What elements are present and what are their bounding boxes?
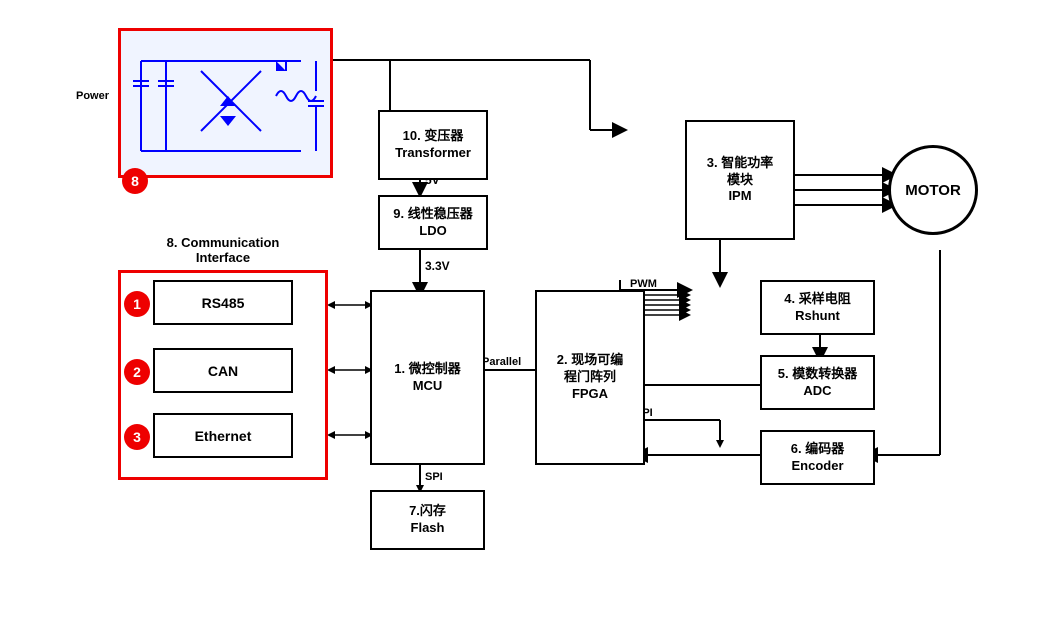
num-badge-2: 2 <box>124 359 150 385</box>
flash-cn: 7.闪存 <box>409 503 446 520</box>
block-fpga: 2. 现场可编 程门阵列 FPGA <box>535 290 645 465</box>
svg-text:3.3V: 3.3V <box>425 259 450 273</box>
mcu-cn: 1. 微控制器 <box>394 361 460 378</box>
rshunt-en: Rshunt <box>795 308 840 325</box>
comm-label-line1: 8. Communication <box>167 235 280 250</box>
num-badge-1: 1 <box>124 291 150 317</box>
can-box: CAN <box>153 348 293 393</box>
ldo-cn: 9. 线性稳压器 <box>393 206 472 223</box>
encoder-en: Encoder <box>791 458 843 475</box>
power-number-badge: 8 <box>122 168 148 194</box>
power-label: Power <box>76 90 109 102</box>
motor-label: MOTOR <box>905 182 961 199</box>
ldo-en: LDO <box>419 223 446 240</box>
ipm-cn: 3. 智能功率 模块 <box>707 155 773 189</box>
fpga-cn: 2. 现场可编 程门阵列 <box>557 352 623 386</box>
can-label: CAN <box>208 363 238 379</box>
comm-label-line2: Interface <box>196 250 250 265</box>
flash-en: Flash <box>411 520 445 537</box>
ethernet-label: Ethernet <box>195 428 252 444</box>
adc-cn: 5. 模数转换器 <box>778 366 857 383</box>
block-motor: MOTOR <box>888 145 978 235</box>
svg-text:Parallel: Parallel <box>482 356 521 368</box>
block-flash: 7.闪存 Flash <box>370 490 485 550</box>
rs485-box: RS485 <box>153 280 293 325</box>
circuit-svg <box>121 31 333 178</box>
diagram: 5V 3.3V Parallel PWM <box>0 0 1044 624</box>
block-adc: 5. 模数转换器 ADC <box>760 355 875 410</box>
block-ipm: 3. 智能功率 模块 IPM <box>685 120 795 240</box>
rshunt-cn: 4. 采样电阻 <box>784 291 850 308</box>
block-mcu: 1. 微控制器 MCU <box>370 290 485 465</box>
encoder-cn: 6. 编码器 <box>791 441 844 458</box>
rs485-label: RS485 <box>202 295 245 311</box>
transformer-en: Transformer <box>395 145 471 162</box>
fpga-en: FPGA <box>572 386 608 403</box>
comm-interface-label: 8. Communication Interface <box>118 235 328 265</box>
ethernet-box: Ethernet <box>153 413 293 458</box>
transformer-cn: 10. 变压器 <box>403 128 464 145</box>
svg-text:PWM: PWM <box>630 278 657 290</box>
svg-text:SPI: SPI <box>425 471 443 483</box>
block-rshunt: 4. 采样电阻 Rshunt <box>760 280 875 335</box>
block-ldo: 9. 线性稳压器 LDO <box>378 195 488 250</box>
mcu-en: MCU <box>413 378 443 395</box>
adc-en: ADC <box>803 383 831 400</box>
num-badge-3: 3 <box>124 424 150 450</box>
block-transformer: 10. 变压器 Transformer <box>378 110 488 180</box>
power-circuit-block <box>118 28 333 178</box>
ipm-en: IPM <box>728 188 751 205</box>
block-encoder: 6. 编码器 Encoder <box>760 430 875 485</box>
